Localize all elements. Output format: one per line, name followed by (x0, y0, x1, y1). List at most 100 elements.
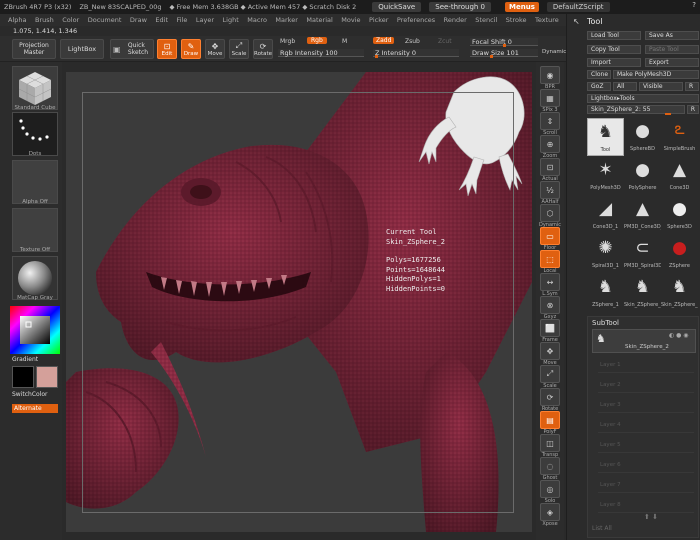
shelf-scale-button[interactable]: ⤢ (540, 365, 560, 383)
tool-item-tool[interactable]: ♞ Tool (587, 118, 624, 156)
tool-item-polysphere[interactable]: ● PolySphere (624, 157, 661, 195)
tool-item-skin-zsphere-1[interactable]: ♞ Skin_ZSphere_1 (624, 274, 661, 312)
texture-thumbnail[interactable] (12, 208, 58, 252)
subtool-slot[interactable]: Layer 4 (598, 417, 694, 433)
menu-document[interactable]: Document (88, 16, 122, 24)
tool-item-spiral3d-1[interactable]: ✺ Spiral3D_1 (587, 235, 624, 273)
secondary-color-swatch[interactable] (36, 366, 58, 388)
quicksave-button[interactable]: QuickSave (372, 2, 422, 12)
shelf-frame-button[interactable]: ⬜ (540, 319, 560, 337)
m-toggle[interactable]: M (342, 38, 347, 45)
subtool-visibility-icon[interactable]: ◐ ● ◉ (669, 332, 689, 339)
shelf-polyf-button[interactable]: ▤ (540, 411, 560, 429)
menu-color[interactable]: Color (62, 16, 79, 24)
zcut-toggle[interactable]: Zcut (438, 38, 452, 45)
menu-file[interactable]: File (177, 16, 188, 24)
tool-paste-tool-button[interactable]: Paste Tool (645, 45, 699, 54)
tool-item-polymesh3d[interactable]: ✶ PolyMesh3D (587, 157, 624, 195)
tool-r-button[interactable]: R (685, 82, 699, 91)
menu-layer[interactable]: Layer (196, 16, 214, 24)
lightbox-button[interactable]: LightBox (60, 39, 104, 59)
tool-thumbnail[interactable] (12, 66, 58, 110)
menu-alpha[interactable]: Alpha (8, 16, 26, 24)
menu-brush[interactable]: Brush (35, 16, 54, 24)
menu-movie[interactable]: Movie (341, 16, 360, 24)
color-picker[interactable] (10, 306, 60, 354)
rotate-button[interactable]: ⟳ Rotate (253, 39, 273, 59)
rgb-intensity-slider[interactable]: Rgb Intensity 100 (278, 49, 364, 57)
shelf-l-sym-button[interactable]: ↔ (540, 273, 560, 291)
tool-item-simplebrush[interactable]: ఽ SimpleBrush (661, 118, 698, 156)
current-tool-reset[interactable]: R (687, 105, 699, 114)
material-thumbnail[interactable] (12, 256, 58, 300)
shelf-dynamic-persp-button[interactable]: ⬡ (540, 204, 560, 222)
menu-picker[interactable]: Picker (369, 16, 388, 24)
tool-item-cone3d-1[interactable]: ◢ Cone3D_1 (587, 196, 624, 234)
shelf-local-button[interactable]: ⬚ (540, 250, 560, 268)
stroke-thumbnail[interactable] (12, 112, 58, 156)
current-tool-knob[interactable] (665, 113, 671, 115)
lightbox-tools-button[interactable]: Lightbox▸Tools (587, 94, 699, 103)
shelf-ghost-button[interactable]: ◌ (540, 457, 560, 475)
navigation-model-thumbnail[interactable] (414, 72, 532, 202)
subtool-slot[interactable]: Layer 6 (598, 457, 694, 473)
tool-all-button[interactable]: All (613, 82, 637, 91)
menu-macro[interactable]: Macro (247, 16, 267, 24)
shelf-transp-button[interactable]: ◫ (540, 434, 560, 452)
help-icon[interactable]: ? (692, 1, 696, 9)
zsub-toggle[interactable]: Zsub (405, 38, 420, 45)
default-zscript-button[interactable]: DefaultZScript (546, 2, 610, 12)
zadd-toggle[interactable]: Zadd (373, 37, 395, 44)
alternate-button[interactable]: Alternate (12, 404, 58, 413)
shelf-spix-3-button[interactable]: ▦ (540, 89, 560, 107)
document-canvas[interactable] (66, 72, 532, 532)
menu-stencil[interactable]: Stencil (475, 16, 497, 24)
z-intensity-slider[interactable]: Z Intensity 0 (373, 49, 459, 58)
shelf-solo-button[interactable]: ◎ (540, 480, 560, 498)
shelf-scroll-button[interactable]: ⇕ (540, 112, 560, 130)
rgb-toggle[interactable]: Rgb (307, 37, 327, 44)
list-all-button[interactable]: List All (592, 525, 612, 532)
menu-light[interactable]: Light (223, 16, 239, 24)
switchcolor-button[interactable]: SwitchColor (12, 391, 48, 398)
tool-item-spherebd[interactable]: ● SphereBD (624, 118, 661, 156)
menu-render[interactable]: Render (444, 16, 467, 24)
subtool-slot[interactable]: Layer 5 (598, 437, 694, 453)
shelf-gxyz-button[interactable]: ⊗ (540, 296, 560, 314)
z-intensity-knob[interactable] (375, 55, 378, 58)
menus-toggle[interactable]: Menus (505, 2, 539, 12)
subtool-slot[interactable]: Layer 3 (598, 397, 694, 413)
shelf-aahalf-button[interactable]: ½ (540, 181, 560, 199)
shelf-move-button[interactable]: ✥ (540, 342, 560, 360)
tool-load-tool-button[interactable]: Load Tool (587, 31, 641, 40)
scale-button[interactable]: ⤢ Scale (229, 39, 249, 59)
tool-visible-button[interactable]: Visible (639, 82, 683, 91)
tool-export-button[interactable]: Export (645, 58, 699, 67)
subtool-item[interactable]: ♞ Skin_ZSphere_2 ◐ ● ◉ (592, 329, 696, 353)
tool-item-pm3d-cone3d-1[interactable]: ▲ PM3D_Cone3D_1 (624, 196, 661, 234)
focal-shift-slider[interactable]: Focal Shift 0 (470, 38, 538, 47)
menu-material[interactable]: Material (306, 16, 332, 24)
subtool-arrow-icons[interactable]: ⬆ ⬇ (644, 513, 658, 521)
subtool-slot[interactable]: Layer 2 (598, 377, 694, 393)
subtool-slot[interactable]: Layer 8 (598, 497, 694, 513)
tool-item-pm3d-spiral3d-1[interactable]: ⊂ PM3D_Spiral3D_1 (624, 235, 661, 273)
mrgb-toggle[interactable]: Mrgb (280, 38, 295, 45)
menu-edit[interactable]: Edit (155, 16, 168, 24)
shelf-xpose-button[interactable]: ◈ (540, 503, 560, 521)
tool-save-as-button[interactable]: Save As (645, 31, 699, 40)
menu-preferences[interactable]: Preferences (397, 16, 435, 24)
shelf-floor-button[interactable]: ▭ (540, 227, 560, 245)
draw-size-knob[interactable] (490, 55, 493, 58)
gradient-label[interactable]: Gradient (12, 356, 38, 363)
tool-item-skin-zsphere-2[interactable]: ♞ Skin_ZSphere_2 (661, 274, 698, 312)
main-color-swatch[interactable] (12, 366, 34, 388)
alpha-thumbnail[interactable] (12, 160, 58, 204)
draw-button[interactable]: ✎ Draw (181, 39, 201, 59)
menu-texture[interactable]: Texture (535, 16, 559, 24)
shelf-rotate-button[interactable]: ⟳ (540, 388, 560, 406)
shelf-bpr-button[interactable]: ◉ (540, 66, 560, 84)
tool-copy-tool-button[interactable]: Copy Tool (587, 45, 641, 54)
tool-item-sphere3d[interactable]: ● Sphere3D (661, 196, 698, 234)
edit-button[interactable]: ⊡ Edit (157, 39, 177, 59)
